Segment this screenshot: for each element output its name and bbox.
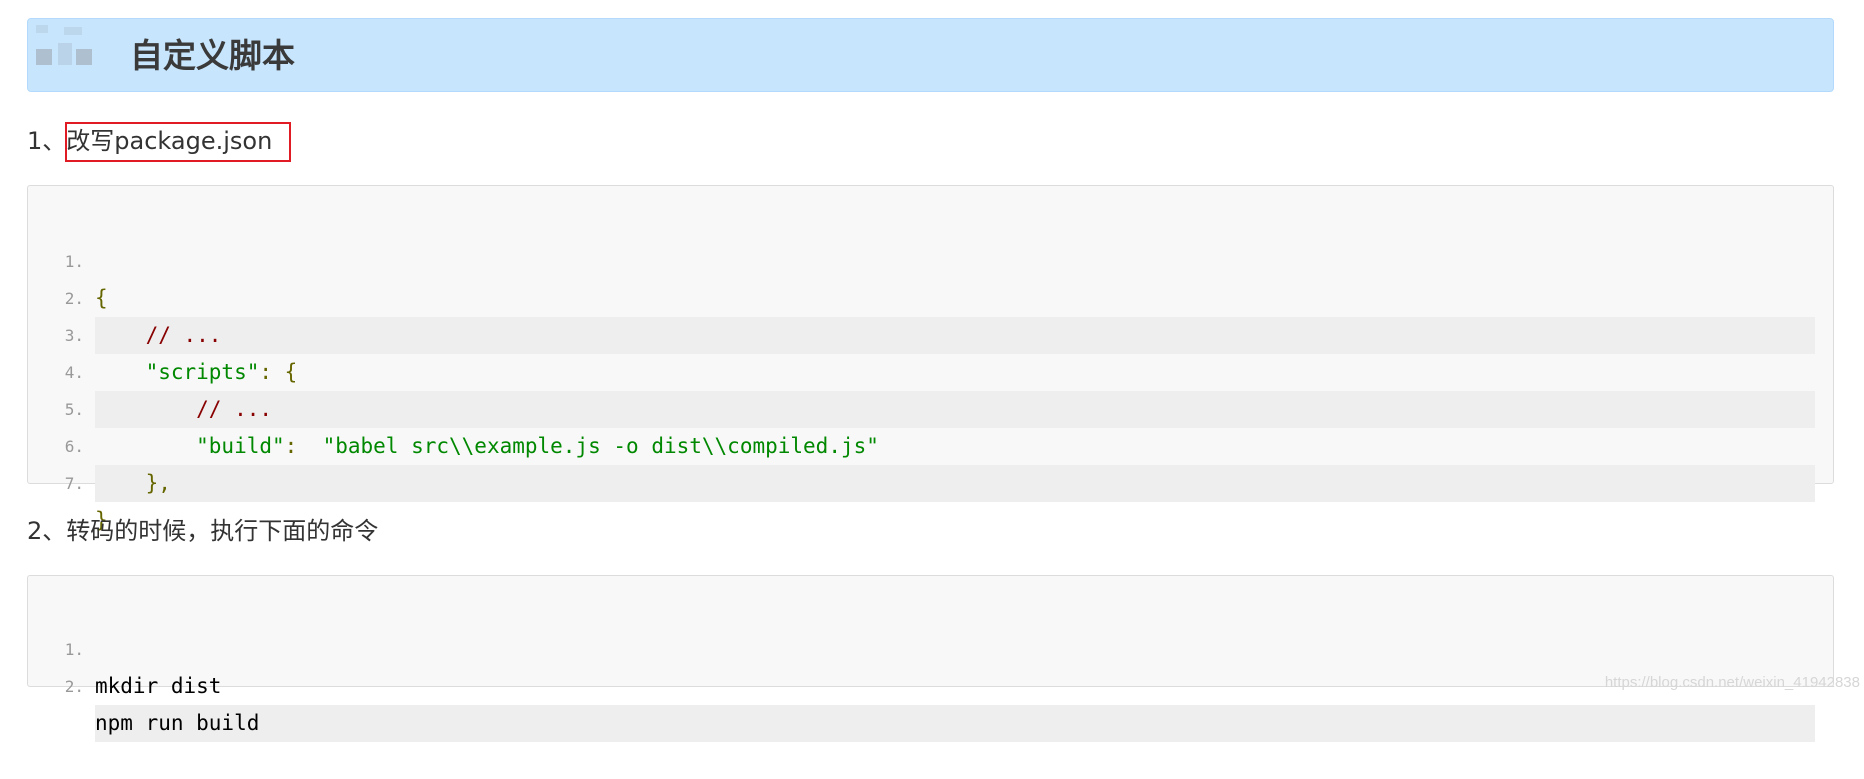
watermark: https://blog.csdn.net/weixin_41942838: [1604, 674, 1860, 691]
section-heading: 自定义脚本: [27, 18, 1834, 92]
code-block-package-json: 1. { 2. // ... 3. "scripts": { 4. // ...…: [27, 185, 1834, 532]
code-line: 2. npm run build: [28, 631, 1833, 742]
blurred-logo: [36, 25, 144, 87]
line-number: 7.: [64, 474, 84, 493]
code-text: npm run build: [95, 705, 1815, 742]
highlighted-text: 改写package.json: [65, 122, 292, 162]
code-text: },: [95, 465, 1815, 502]
code-line: 6. },: [28, 391, 1833, 502]
code-line: 1. {: [28, 206, 1833, 310]
step-2-paragraph: 2、转码的时候，执行下面的命令: [27, 517, 379, 545]
step-1-prefix: 1、: [27, 127, 67, 155]
highlight-label: 改写package.json: [66, 127, 273, 155]
step-1-paragraph: 1、改写package.json: [27, 122, 292, 162]
page-title: 自定义脚本: [130, 36, 295, 75]
code-block-commands: 1. mkdir dist 2. npm run build: [27, 575, 1834, 742]
code-line: 5. "build": "babel src\\example.js -o di…: [28, 354, 1833, 458]
code-line: 3. "scripts": {: [28, 280, 1833, 384]
code-line: 1. mkdir dist: [28, 594, 1833, 698]
code-line: 2. // ...: [28, 243, 1833, 354]
code-line: 7. }: [28, 428, 1833, 532]
code-text: mkdir dist: [95, 674, 222, 698]
code-line: 4. // ...: [28, 317, 1833, 428]
line-number: 2.: [64, 677, 84, 696]
